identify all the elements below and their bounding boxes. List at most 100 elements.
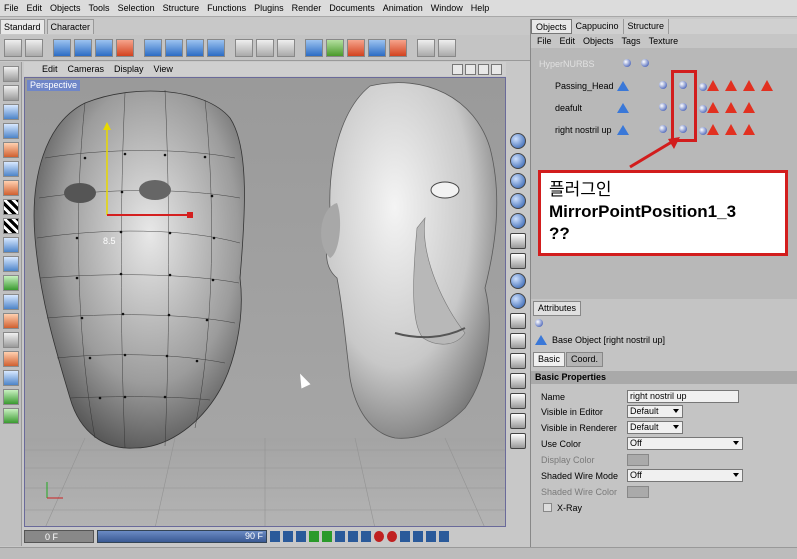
magnet-icon[interactable] — [2, 351, 19, 367]
pointer-help-icon[interactable] — [417, 38, 435, 57]
texture-tag-icon[interactable] — [699, 83, 707, 91]
scale-key-icon[interactable] — [426, 531, 436, 542]
warning-tag-icon[interactable] — [725, 124, 737, 135]
coordinate-system-icon[interactable] — [207, 38, 225, 57]
menu-selection[interactable]: Selection — [114, 0, 159, 17]
om-menu-edit[interactable]: Edit — [560, 36, 576, 46]
menu-edit[interactable]: Edit — [23, 0, 47, 17]
tab-objects[interactable]: Objects — [531, 19, 572, 34]
globe-icon[interactable] — [510, 273, 526, 289]
visible-in-renderer-select[interactable]: Default — [627, 421, 683, 434]
zoom-icon[interactable] — [465, 63, 476, 75]
render-settings-icon[interactable] — [277, 38, 295, 57]
tweak-icon[interactable] — [2, 332, 19, 348]
object-row-hypernurbs[interactable]: HyperNURBS — [531, 53, 797, 74]
display-color-swatch[interactable] — [627, 453, 649, 466]
rotate-view-icon[interactable] — [478, 63, 489, 75]
play-icon[interactable] — [309, 531, 319, 542]
shaded-wire-mode-select[interactable]: Off — [627, 469, 743, 482]
tab-basic[interactable]: Basic — [533, 352, 566, 367]
visible-in-editor-select[interactable]: Default — [627, 405, 683, 418]
make-editable-icon[interactable] — [2, 66, 19, 82]
warning-tag-icon[interactable] — [707, 124, 719, 135]
warning-tag-icon[interactable] — [743, 124, 755, 135]
menu-file[interactable]: File — [0, 0, 23, 17]
menu-plugins[interactable]: Plugins — [250, 0, 288, 17]
light-icon[interactable] — [389, 38, 407, 57]
cube-object-icon[interactable] — [305, 38, 323, 57]
points-icon[interactable] — [510, 333, 526, 349]
axis-tool-icon[interactable] — [2, 256, 19, 272]
y-axis-icon[interactable] — [165, 38, 183, 57]
previous-key-icon[interactable] — [283, 531, 293, 542]
tab-coord[interactable]: Coord. — [566, 352, 604, 367]
warning-tag-icon[interactable] — [725, 80, 737, 91]
cube-icon[interactable] — [510, 313, 526, 329]
tab-character[interactable]: Character — [46, 19, 95, 34]
scale-icon[interactable] — [95, 38, 113, 57]
warning-tag-icon[interactable] — [761, 80, 773, 91]
sphere-icon[interactable] — [510, 133, 526, 149]
use-polygons-tool-icon[interactable] — [2, 180, 19, 196]
sphere-icon[interactable] — [510, 173, 526, 189]
menu-documents[interactable]: Documents — [325, 0, 379, 17]
menu-functions[interactable]: Functions — [203, 0, 250, 17]
wire-globe-icon[interactable] — [510, 253, 526, 269]
om-menu-texture[interactable]: Texture — [649, 36, 679, 46]
x-axis-icon[interactable] — [144, 38, 162, 57]
move-icon[interactable] — [74, 38, 92, 57]
check-icon[interactable] — [510, 413, 526, 429]
warning-tag-icon[interactable] — [725, 102, 737, 113]
rotate-icon[interactable] — [116, 38, 134, 57]
close-icon[interactable] — [510, 393, 526, 409]
checker-icon[interactable] — [2, 199, 19, 215]
warning-tag-icon[interactable] — [743, 80, 755, 91]
menu-structure[interactable]: Structure — [159, 0, 204, 17]
visibility-icon[interactable] — [641, 59, 649, 67]
timeline-slider[interactable]: 90 F — [97, 530, 267, 543]
help-icon[interactable] — [438, 38, 456, 57]
live-selection-icon[interactable] — [53, 38, 71, 57]
object-row-deafult[interactable]: deafult — [531, 97, 797, 118]
globe-icon[interactable] — [510, 293, 526, 309]
wire-globe-icon[interactable] — [510, 233, 526, 249]
menu-render[interactable]: Render — [288, 0, 326, 17]
nurbs-icon[interactable] — [326, 38, 344, 57]
brush-icon[interactable] — [2, 313, 19, 329]
snap-icon[interactable] — [2, 237, 19, 253]
warning-tag-icon[interactable] — [743, 102, 755, 113]
tag-icon[interactable] — [659, 125, 667, 133]
globe-icon[interactable] — [510, 153, 526, 169]
autokey-icon[interactable] — [387, 531, 397, 542]
menu-window[interactable]: Window — [427, 0, 467, 17]
redo-icon[interactable] — [25, 38, 43, 57]
viewport-menu-edit[interactable]: Edit — [42, 64, 58, 74]
menu-animation[interactable]: Animation — [379, 0, 427, 17]
pan-icon[interactable] — [452, 63, 463, 75]
object-row-passing-head[interactable]: Passing_Head — [531, 75, 797, 96]
warning-tag-icon[interactable] — [707, 80, 719, 91]
use-edges-tool-icon[interactable] — [2, 161, 19, 177]
render-picture-viewer-icon[interactable] — [256, 38, 274, 57]
om-menu-objects[interactable]: Objects — [583, 36, 614, 46]
current-frame-field[interactable]: 0 F — [24, 530, 94, 543]
next-frame-icon[interactable] — [335, 531, 345, 542]
render-view-icon[interactable] — [235, 38, 253, 57]
perspective-viewport[interactable]: Perspective 8.5 — [24, 77, 506, 527]
deformer-icon[interactable] — [347, 38, 365, 57]
viewport-menu-display[interactable]: Display — [114, 64, 144, 74]
planar-workplane-icon[interactable] — [2, 275, 19, 291]
menu-help[interactable]: Help — [467, 0, 494, 17]
om-menu-file[interactable]: File — [537, 36, 552, 46]
ik-tag-icon[interactable] — [659, 81, 667, 89]
dots-icon[interactable] — [510, 353, 526, 369]
close-icon[interactable] — [510, 433, 526, 449]
maximize-icon[interactable] — [491, 63, 502, 75]
record-icon[interactable] — [374, 531, 384, 542]
parameter-key-icon[interactable] — [439, 531, 449, 542]
texture-tag-icon[interactable] — [699, 127, 707, 135]
shaded-wire-color-swatch[interactable] — [627, 485, 649, 498]
scene-icon[interactable] — [368, 38, 386, 57]
keyframe-icon[interactable] — [400, 531, 410, 542]
use-texture-tool-icon[interactable] — [2, 123, 19, 139]
